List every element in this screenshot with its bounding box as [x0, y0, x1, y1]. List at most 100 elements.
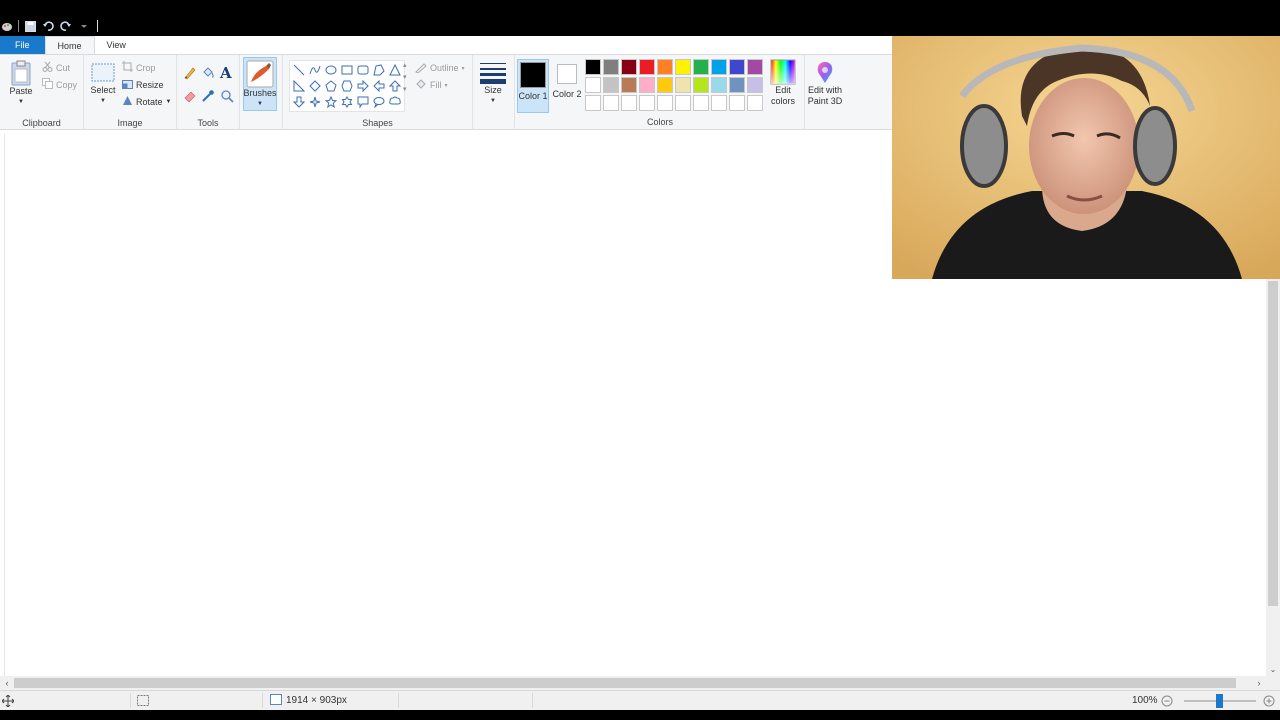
vertical-scrollbar[interactable]: ⌄ [1266, 279, 1280, 676]
undo-icon[interactable] [41, 19, 55, 33]
polygon-shape-icon[interactable] [371, 62, 387, 78]
color-swatch[interactable] [747, 77, 763, 93]
color-swatch[interactable] [693, 95, 709, 111]
color-swatch[interactable] [585, 77, 601, 93]
more-shapes-icon[interactable]: ▾ [403, 85, 407, 93]
color-swatch[interactable] [621, 59, 637, 75]
color-swatch[interactable] [729, 95, 745, 111]
hexagon-shape-icon[interactable] [339, 78, 355, 94]
ribbon-tabs: File Home View [0, 36, 892, 54]
zoom-in-icon[interactable] [1263, 691, 1275, 710]
color-picker-icon[interactable] [201, 89, 215, 106]
right-arrow-shape-icon[interactable] [355, 78, 371, 94]
cloud-callout-shape-icon[interactable] [387, 94, 403, 110]
color-swatch[interactable] [747, 95, 763, 111]
down-arrow-shape-icon[interactable] [291, 94, 307, 110]
crop-button[interactable]: Crop [122, 61, 156, 74]
triangle-shape-icon[interactable] [387, 62, 403, 78]
edit-colors-button[interactable]: Edit colors [765, 59, 801, 107]
image-size-indicator: 1914 × 903px [270, 691, 347, 710]
horizontal-scroll-thumb[interactable] [14, 678, 1236, 688]
color-swatch[interactable] [603, 77, 619, 93]
color-swatch[interactable] [729, 59, 745, 75]
horizontal-scrollbar[interactable]: ‹ › [0, 676, 1266, 690]
color-swatch[interactable] [639, 95, 655, 111]
color1-button[interactable]: Color 1 [517, 59, 549, 113]
five-point-star-shape-icon[interactable] [323, 94, 339, 110]
diamond-shape-icon[interactable] [307, 78, 323, 94]
oval-callout-shape-icon[interactable] [371, 94, 387, 110]
color-swatch[interactable] [693, 77, 709, 93]
color-swatch[interactable] [621, 77, 637, 93]
color-swatch[interactable] [621, 95, 637, 111]
chevron-up-icon[interactable]: ▴ [403, 61, 407, 69]
color-swatch[interactable] [747, 59, 763, 75]
scroll-corner [1266, 676, 1280, 690]
rounded-rectangle-shape-icon[interactable] [355, 62, 371, 78]
color-palette[interactable] [585, 59, 763, 111]
color-swatch[interactable] [657, 95, 673, 111]
color-swatch[interactable] [729, 77, 745, 93]
rect-callout-shape-icon[interactable] [355, 94, 371, 110]
resize-button[interactable]: Resize [122, 78, 164, 91]
right-triangle-shape-icon[interactable] [291, 78, 307, 94]
save-icon[interactable] [23, 19, 37, 33]
text-icon[interactable]: A [220, 64, 232, 82]
left-arrow-shape-icon[interactable] [371, 78, 387, 94]
color-swatch[interactable] [585, 95, 601, 111]
paint-app-icon[interactable] [0, 19, 14, 33]
paint-bucket-icon[interactable] [201, 66, 215, 83]
curve-shape-icon[interactable] [307, 62, 323, 78]
color-swatch[interactable] [675, 59, 691, 75]
line-shape-icon[interactable] [291, 62, 307, 78]
paste-button[interactable]: Paste ▼ [6, 60, 36, 108]
pentagon-shape-icon[interactable] [323, 78, 339, 94]
color-swatch[interactable] [603, 95, 619, 111]
customize-qat-icon[interactable] [77, 19, 91, 33]
color-swatch[interactable] [585, 59, 601, 75]
color-swatch[interactable] [657, 77, 673, 93]
color-swatch[interactable] [639, 77, 655, 93]
six-point-star-shape-icon[interactable] [339, 94, 355, 110]
edit-with-paint3d-button[interactable]: Edit with Paint 3D [806, 61, 844, 107]
fill-button[interactable]: Fill ▾ [415, 78, 448, 92]
color-swatch[interactable] [603, 59, 619, 75]
color-swatch[interactable] [639, 59, 655, 75]
cut-button[interactable]: Cut [42, 61, 70, 74]
select-button[interactable]: Select ▼ [88, 61, 118, 107]
vertical-scroll-thumb[interactable] [1268, 281, 1278, 606]
paste-label: Paste [9, 86, 33, 96]
oval-shape-icon[interactable] [323, 62, 339, 78]
color-swatch[interactable] [675, 77, 691, 93]
shapes-gallery[interactable] [289, 60, 405, 112]
color-swatch[interactable] [711, 59, 727, 75]
chevron-down-icon[interactable]: ▾ [403, 73, 407, 81]
scroll-right-arrow-icon[interactable]: › [1252, 676, 1266, 690]
rectangle-shape-icon[interactable] [339, 62, 355, 78]
color-swatch[interactable] [693, 59, 709, 75]
four-point-star-shape-icon[interactable] [307, 94, 323, 110]
shapes-scroll[interactable]: ▴ ▾ ▾ [403, 61, 407, 93]
tab-view[interactable]: View [95, 36, 138, 54]
scroll-left-arrow-icon[interactable]: ‹ [0, 676, 14, 690]
magnifier-icon[interactable] [220, 89, 234, 106]
up-arrow-shape-icon[interactable] [387, 78, 403, 94]
outline-button[interactable]: Outline ▾ [415, 61, 465, 75]
copy-button[interactable]: Copy [42, 78, 77, 91]
zoom-slider-thumb[interactable] [1216, 694, 1223, 708]
color-swatch[interactable] [675, 95, 691, 111]
tab-home[interactable]: Home [44, 36, 95, 54]
eraser-icon[interactable] [183, 89, 197, 106]
scroll-down-arrow-icon[interactable]: ⌄ [1268, 664, 1278, 674]
rotate-button[interactable]: Rotate ▼ [122, 95, 171, 108]
zoom-out-icon[interactable] [1161, 691, 1173, 710]
redo-icon[interactable] [59, 19, 73, 33]
size-button[interactable]: Size ▼ [478, 61, 508, 107]
brushes-button[interactable]: Brushes ▼ [243, 57, 277, 111]
color2-button[interactable]: Color 2 [551, 59, 583, 113]
tab-file[interactable]: File [0, 36, 45, 54]
color-swatch[interactable] [711, 77, 727, 93]
color-swatch[interactable] [657, 59, 673, 75]
color-swatch[interactable] [711, 95, 727, 111]
pencil-icon[interactable] [183, 66, 197, 83]
